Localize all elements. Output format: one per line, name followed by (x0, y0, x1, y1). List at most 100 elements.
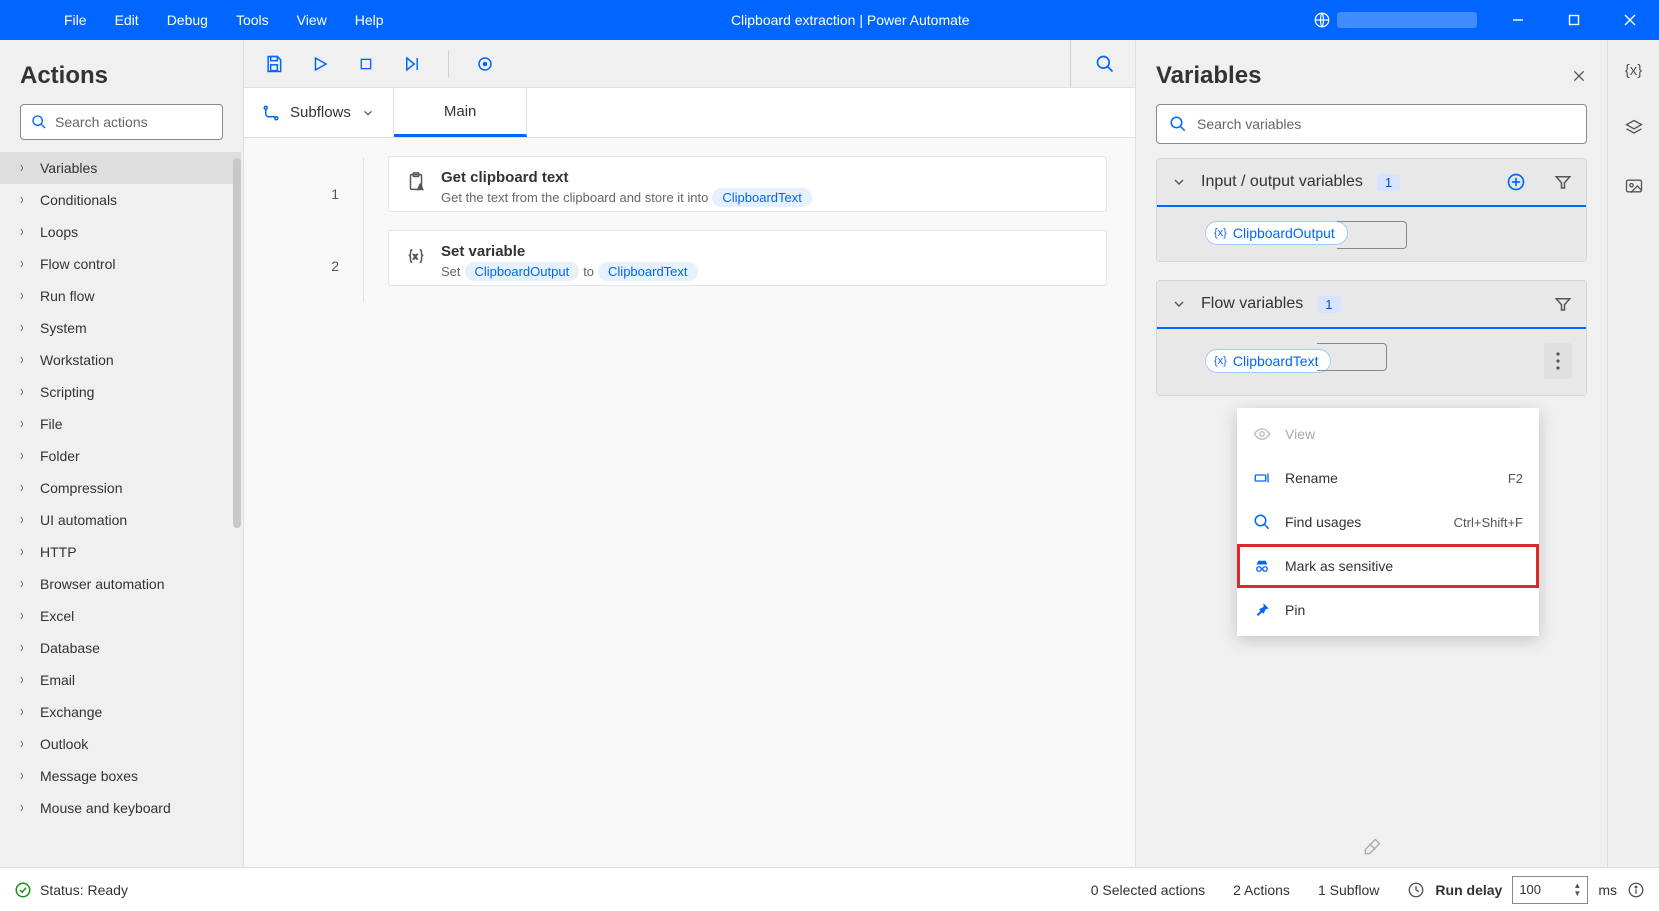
tree-item-label: Exchange (40, 704, 102, 720)
minimize-button[interactable] (1493, 0, 1543, 40)
tree-item-system[interactable]: ›System (0, 312, 241, 344)
account-area[interactable] (1303, 5, 1487, 35)
tree-item-loops[interactable]: ›Loops (0, 216, 241, 248)
step-button[interactable] (398, 50, 426, 78)
spinner-icon[interactable]: ▲▼ (1573, 882, 1581, 898)
tab-main[interactable]: Main (394, 88, 528, 137)
menu-help[interactable]: Help (341, 0, 398, 40)
tree-item-message-boxes[interactable]: ›Message boxes (0, 760, 241, 792)
flow-section-header[interactable]: Flow variables 1 (1157, 281, 1586, 329)
save-icon (264, 54, 284, 74)
variable-more-button[interactable] (1544, 343, 1572, 379)
variable-pill-clipboardoutput[interactable]: {x} ClipboardOutput (1205, 221, 1348, 245)
tree-item-exchange[interactable]: ›Exchange (0, 696, 241, 728)
search-icon (1253, 513, 1271, 531)
tree-item-folder[interactable]: ›Folder (0, 440, 241, 472)
tree-item-variables[interactable]: ›Variables (0, 152, 241, 184)
close-button[interactable] (1605, 0, 1655, 40)
menu-debug[interactable]: Debug (153, 0, 222, 40)
ctx-label: Find usages (1285, 514, 1361, 530)
action-desc-mid: to (583, 264, 594, 279)
record-button[interactable] (471, 50, 499, 78)
stop-button[interactable] (352, 50, 380, 78)
chevron-right-icon: › (20, 800, 30, 817)
statusbar: Status: Ready 0 Selected actions 2 Actio… (0, 867, 1659, 911)
tree-item-mouse-and-keyboard[interactable]: ›Mouse and keyboard (0, 792, 241, 824)
subflows-label: Subflows (290, 104, 351, 121)
save-button[interactable] (260, 50, 288, 78)
io-section-title: Input / output variables (1201, 173, 1363, 191)
add-variable-button[interactable] (1506, 172, 1526, 192)
svg-text:A: A (418, 182, 423, 191)
workspace: Subflows Main 1 2 A Get clipboard text (244, 40, 1135, 867)
rail-layers-button[interactable] (1618, 112, 1650, 144)
line-number: 1 (244, 158, 364, 230)
tree-item-email[interactable]: ›Email (0, 664, 241, 696)
search-flow-button[interactable] (1091, 50, 1119, 78)
actions-search[interactable]: Search actions (20, 104, 223, 140)
ctx-pin[interactable]: Pin (1237, 588, 1539, 632)
tree-item-outlook[interactable]: ›Outlook (0, 728, 241, 760)
menu-edit[interactable]: Edit (101, 0, 153, 40)
line-gutter: 1 2 (244, 138, 364, 867)
menu-view[interactable]: View (283, 0, 341, 40)
tree-item-http[interactable]: ›HTTP (0, 536, 241, 568)
chevron-right-icon: › (20, 384, 30, 401)
stop-icon (358, 56, 374, 72)
eye-icon (1253, 425, 1271, 443)
tree-item-flow-control[interactable]: ›Flow control (0, 248, 241, 280)
variable-pill-clipboardtext[interactable]: {x} ClipboardText (1205, 349, 1331, 373)
tree-item-browser-automation[interactable]: ›Browser automation (0, 568, 241, 600)
chevron-right-icon: › (20, 768, 30, 785)
action-desc: Set (441, 264, 461, 279)
tree-item-label: Variables (40, 160, 97, 176)
tree-item-label: File (40, 416, 63, 432)
tree-item-conditionals[interactable]: ›Conditionals (0, 184, 241, 216)
info-icon[interactable] (1627, 881, 1645, 899)
filter-button[interactable] (1554, 173, 1572, 191)
tree-item-label: Run flow (40, 288, 94, 304)
chevron-right-icon: › (20, 352, 30, 369)
ctx-mark-sensitive[interactable]: Mark as sensitive (1237, 544, 1539, 588)
action-card-get-clipboard[interactable]: A Get clipboard text Get the text from t… (388, 156, 1107, 212)
vars-footer (1136, 827, 1607, 857)
scrollbar-thumb[interactable] (233, 158, 241, 528)
tree-item-excel[interactable]: ›Excel (0, 600, 241, 632)
chevron-right-icon: › (20, 416, 30, 433)
eraser-icon[interactable] (1362, 837, 1382, 857)
search-placeholder: Search variables (1197, 116, 1301, 132)
run-button[interactable] (306, 50, 334, 78)
maximize-button[interactable] (1549, 0, 1599, 40)
ctx-find-usages[interactable]: Find usages Ctrl+Shift+F (1237, 500, 1539, 544)
filter-button[interactable] (1554, 295, 1572, 313)
tree-item-scripting[interactable]: ›Scripting (0, 376, 241, 408)
run-delay-input[interactable]: 100 ▲▼ (1512, 876, 1588, 904)
close-icon (1571, 68, 1587, 84)
rail-variables-button[interactable]: {x} (1618, 54, 1650, 86)
rename-icon (1253, 469, 1271, 487)
tree-item-run-flow[interactable]: ›Run flow (0, 280, 241, 312)
toolbar-divider (448, 51, 449, 77)
tree-item-database[interactable]: ›Database (0, 632, 241, 664)
menu-tools[interactable]: Tools (222, 0, 283, 40)
ctx-view: View (1237, 412, 1539, 456)
variables-search[interactable]: Search variables (1156, 104, 1587, 144)
search-icon (31, 114, 47, 130)
tree-item-label: Flow control (40, 256, 115, 272)
close-variables-button[interactable] (1571, 68, 1587, 84)
rail-images-button[interactable] (1618, 170, 1650, 202)
tree-item-workstation[interactable]: ›Workstation (0, 344, 241, 376)
tree-item-file[interactable]: › File (0, 408, 241, 440)
menu-file[interactable]: File (50, 0, 101, 40)
tree-item-ui-automation[interactable]: ›UI automation (0, 504, 241, 536)
subflows-dropdown[interactable]: Subflows (244, 88, 394, 137)
tree-item-compression[interactable]: ›Compression (0, 472, 241, 504)
io-section-header[interactable]: Input / output variables 1 (1157, 159, 1586, 207)
status-text: Status: Ready (40, 882, 128, 898)
action-card-set-variable[interactable]: x Set variable Set ClipboardOutput to Cl… (388, 230, 1107, 286)
ctx-rename[interactable]: Rename F2 (1237, 456, 1539, 500)
chevron-right-icon: › (20, 672, 30, 689)
run-delay-label: Run delay (1435, 882, 1502, 898)
actions-tree[interactable]: ›Variables›Conditionals›Loops›Flow contr… (0, 152, 243, 824)
chevron-down-icon (1171, 296, 1187, 312)
